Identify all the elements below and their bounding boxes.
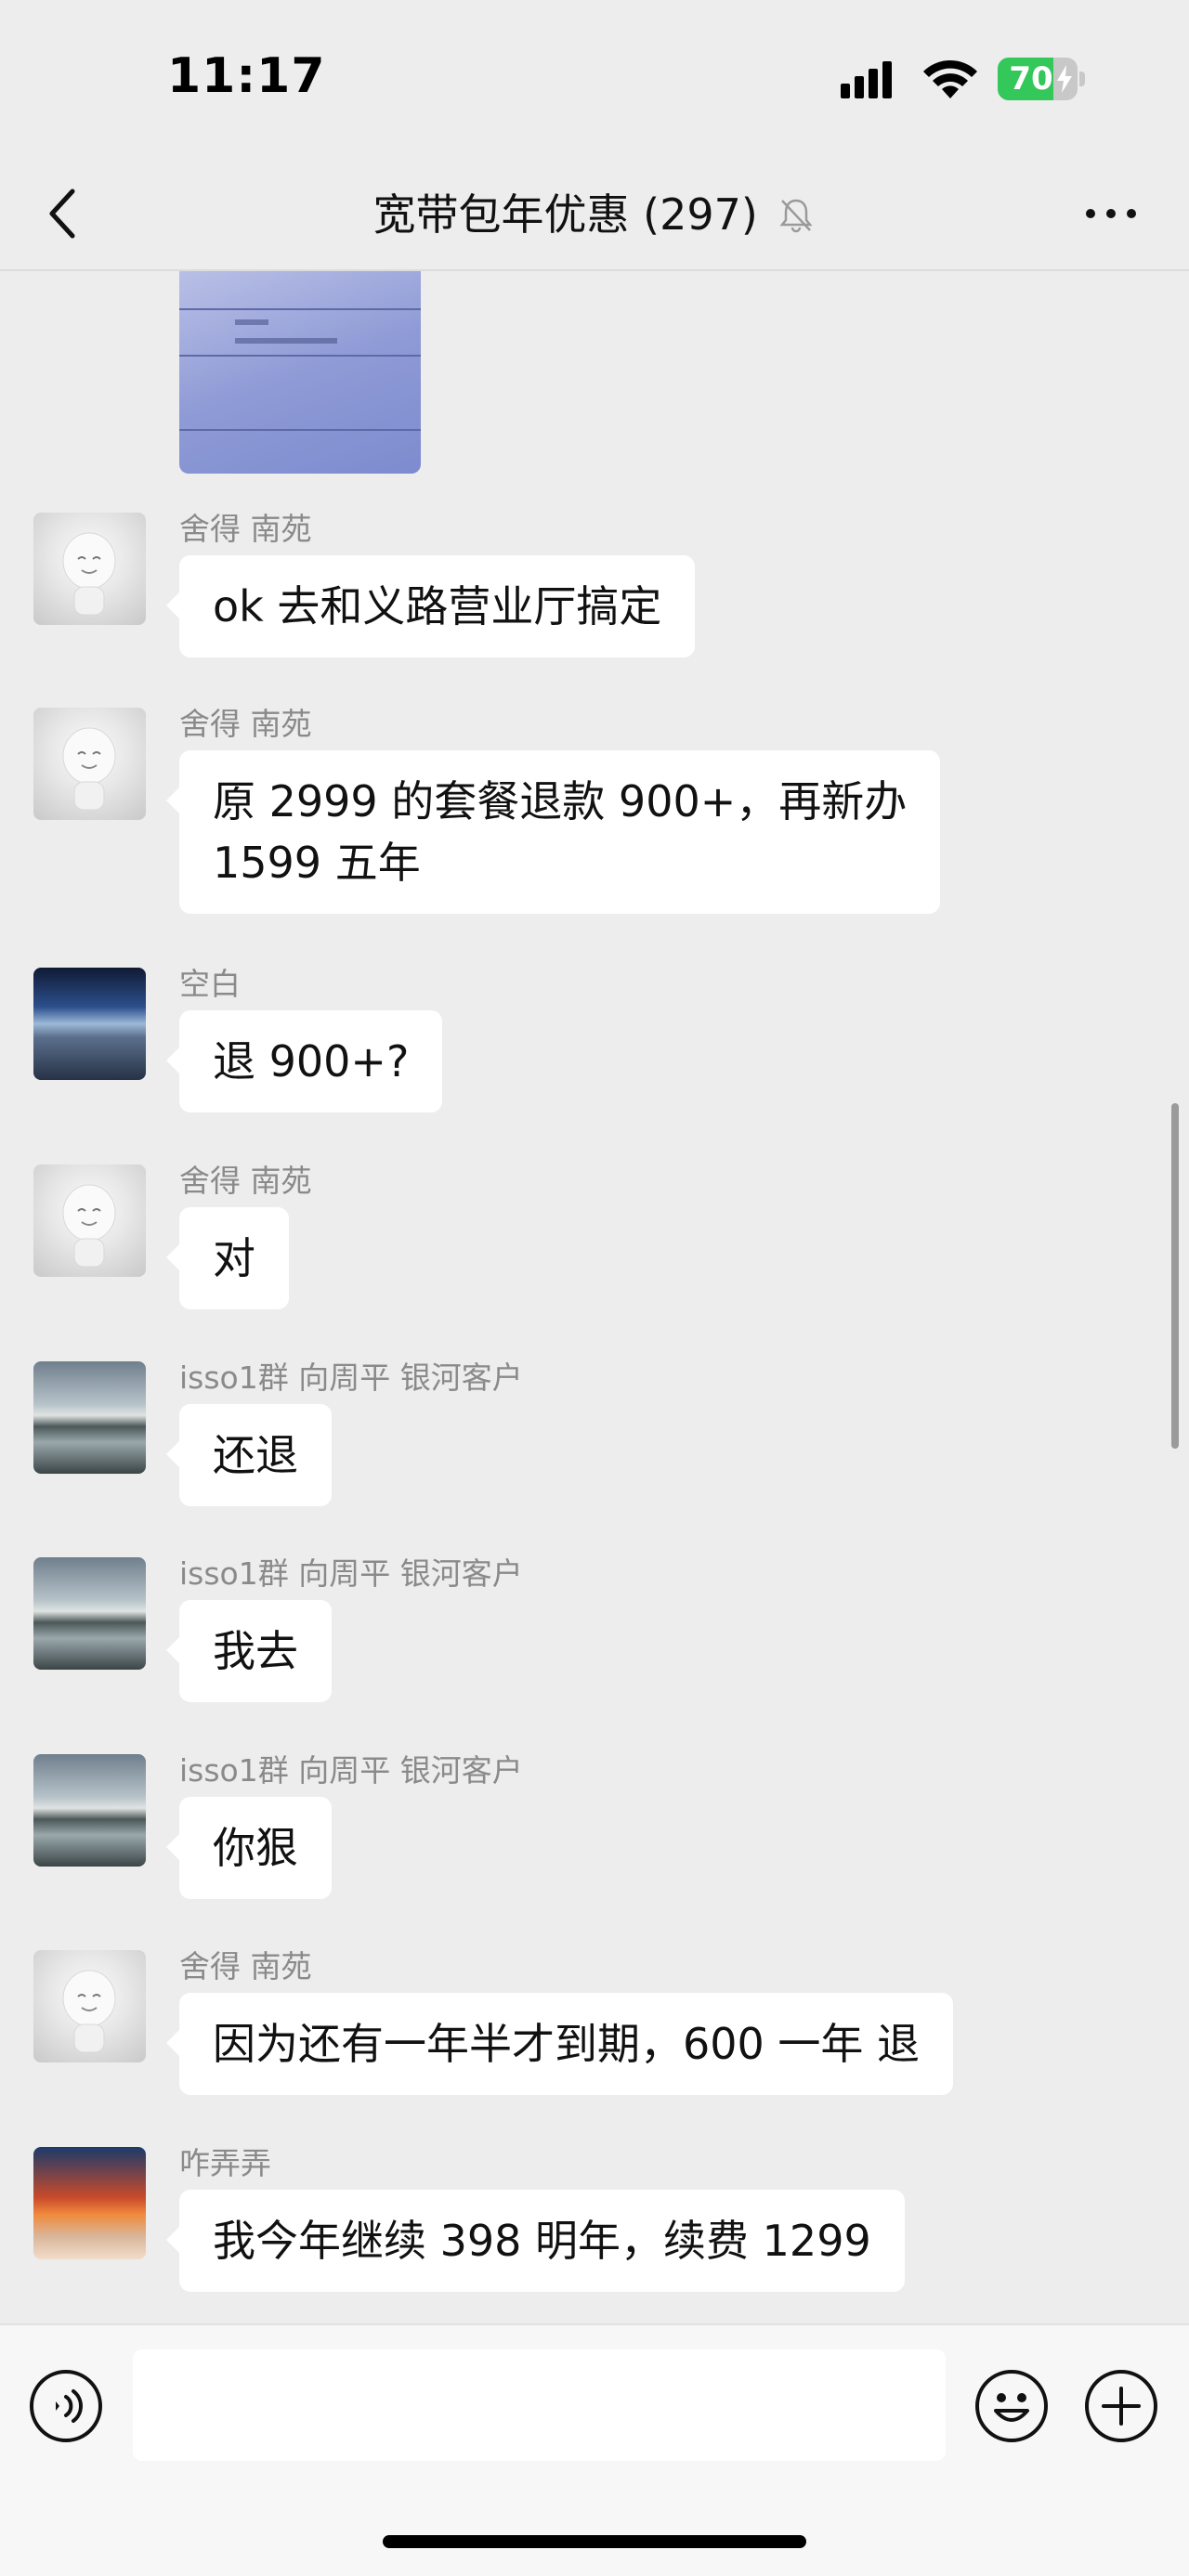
home-indicator[interactable] [383, 2535, 806, 2548]
message-bubble[interactable]: 退 900+? [165, 1010, 443, 1112]
message-bubble[interactable]: ok 去和义路营业厅搞定 [165, 555, 696, 657]
sender-name: 舍得 南苑 [179, 706, 312, 742]
battery-icon: 70 [998, 58, 1085, 100]
sender-name: 咋弄弄 [179, 2145, 271, 2181]
battery-level: 70 [1009, 60, 1053, 98]
image-message[interactable] [179, 271, 421, 474]
sender-name: isso1群 向周平 银河客户 [179, 1360, 523, 1396]
message-item: 舍得 南苑 对 [0, 1163, 1189, 1311]
message-bubble[interactable]: 我去 [166, 1600, 332, 1702]
message-item: 舍得 南苑 因为还有一年半才到期，600 一年 退 [0, 1948, 1189, 2097]
sender-name: 舍得 南苑 [179, 511, 312, 547]
charging-bolt-icon [1057, 65, 1072, 93]
more-dots-icon[interactable] [1081, 202, 1141, 225]
chat-title: 宽带包年优惠 (297) [372, 189, 758, 240]
voice-icon[interactable] [28, 2368, 104, 2444]
sky-avatar[interactable] [33, 1557, 146, 1670]
baozi-avatar[interactable] [33, 1164, 146, 1277]
message-bubble[interactable]: 对 [166, 1207, 289, 1309]
message-bubble[interactable]: 原 2999 的套餐退款 900+，再新办 1599 五年 [165, 750, 941, 914]
message-item: 咋弄弄 我今年继续 398 明年，续费 1299 [0, 2145, 1189, 2294]
message-item: 舍得 南苑 原 2999 的套餐退款 900+，再新办 1599 五年 [0, 706, 1189, 929]
sender-name: 空白 [179, 966, 241, 1002]
cellular-signal-icon [841, 61, 892, 98]
lake-avatar[interactable] [33, 968, 146, 1080]
sender-name: 舍得 南苑 [179, 1163, 312, 1199]
plus-icon[interactable] [1083, 2368, 1159, 2444]
sunset-avatar[interactable] [33, 2147, 146, 2259]
sender-name: isso1群 向周平 银河客户 [179, 1752, 523, 1789]
message-item: isso1群 向周平 银河客户 你狠 [0, 1752, 1189, 1901]
message-bubble[interactable]: 还退 [166, 1404, 332, 1506]
message-list[interactable]: 舍得 南苑 ok 去和义路营业厅搞定 舍得 南苑 原 2999 的套餐退款 90… [0, 271, 1189, 2323]
sender-name: isso1群 向周平 银河客户 [179, 1555, 523, 1592]
message-item: 空白 退 900+? [0, 966, 1189, 1114]
message-item: 舍得 南苑 ok 去和义路营业厅搞定 [0, 511, 1189, 659]
chat-header: 宽带包年优惠 (297) [0, 158, 1189, 271]
message-item: isso1群 向周平 银河客户 还退 [0, 1360, 1189, 1508]
baozi-avatar[interactable] [33, 513, 146, 625]
status-bar: 11:17 70 [0, 0, 1189, 158]
sky-avatar[interactable] [33, 1754, 146, 1867]
message-input[interactable] [133, 2349, 946, 2461]
sender-name: 舍得 南苑 [179, 1948, 312, 1984]
message-item: isso1群 向周平 银河客户 我去 [0, 1555, 1189, 1704]
message-bubble[interactable]: 因为还有一年半才到期，600 一年 退 [165, 1993, 954, 2095]
bell-muted-icon [779, 199, 814, 232]
baozi-avatar[interactable] [33, 708, 146, 820]
baozi-avatar[interactable] [33, 1950, 146, 2062]
scrollbar[interactable] [1171, 1103, 1179, 1449]
emoji-icon[interactable] [973, 2368, 1050, 2444]
message-bubble[interactable]: 你狠 [166, 1797, 332, 1899]
sky-avatar[interactable] [33, 1361, 146, 1474]
chat-title-area[interactable]: 宽带包年优惠 (297) [0, 178, 1189, 247]
status-time: 11:17 [167, 48, 326, 104]
wifi-icon [923, 59, 977, 98]
message-bubble[interactable]: 我今年继续 398 明年，续费 1299 [166, 2190, 905, 2292]
